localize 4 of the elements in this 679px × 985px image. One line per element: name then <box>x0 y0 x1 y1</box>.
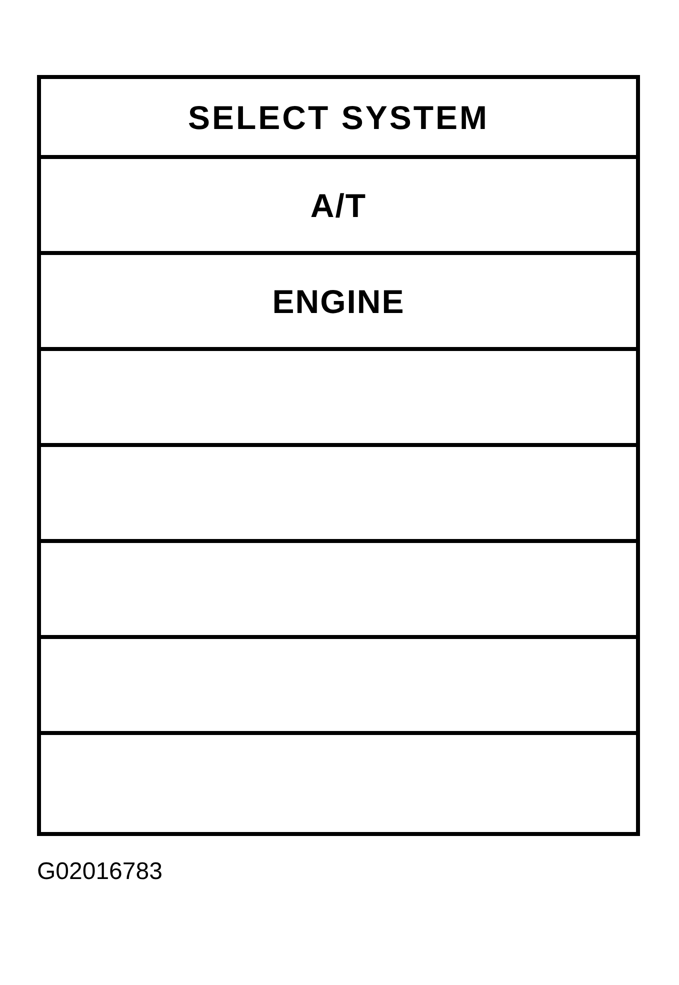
figure-code: G02016783 <box>37 858 162 885</box>
menu-item[interactable]: ENGINE <box>272 284 405 318</box>
menu-title: SELECT SYSTEM <box>188 100 490 134</box>
menu-item[interactable]: A/T <box>310 188 367 222</box>
